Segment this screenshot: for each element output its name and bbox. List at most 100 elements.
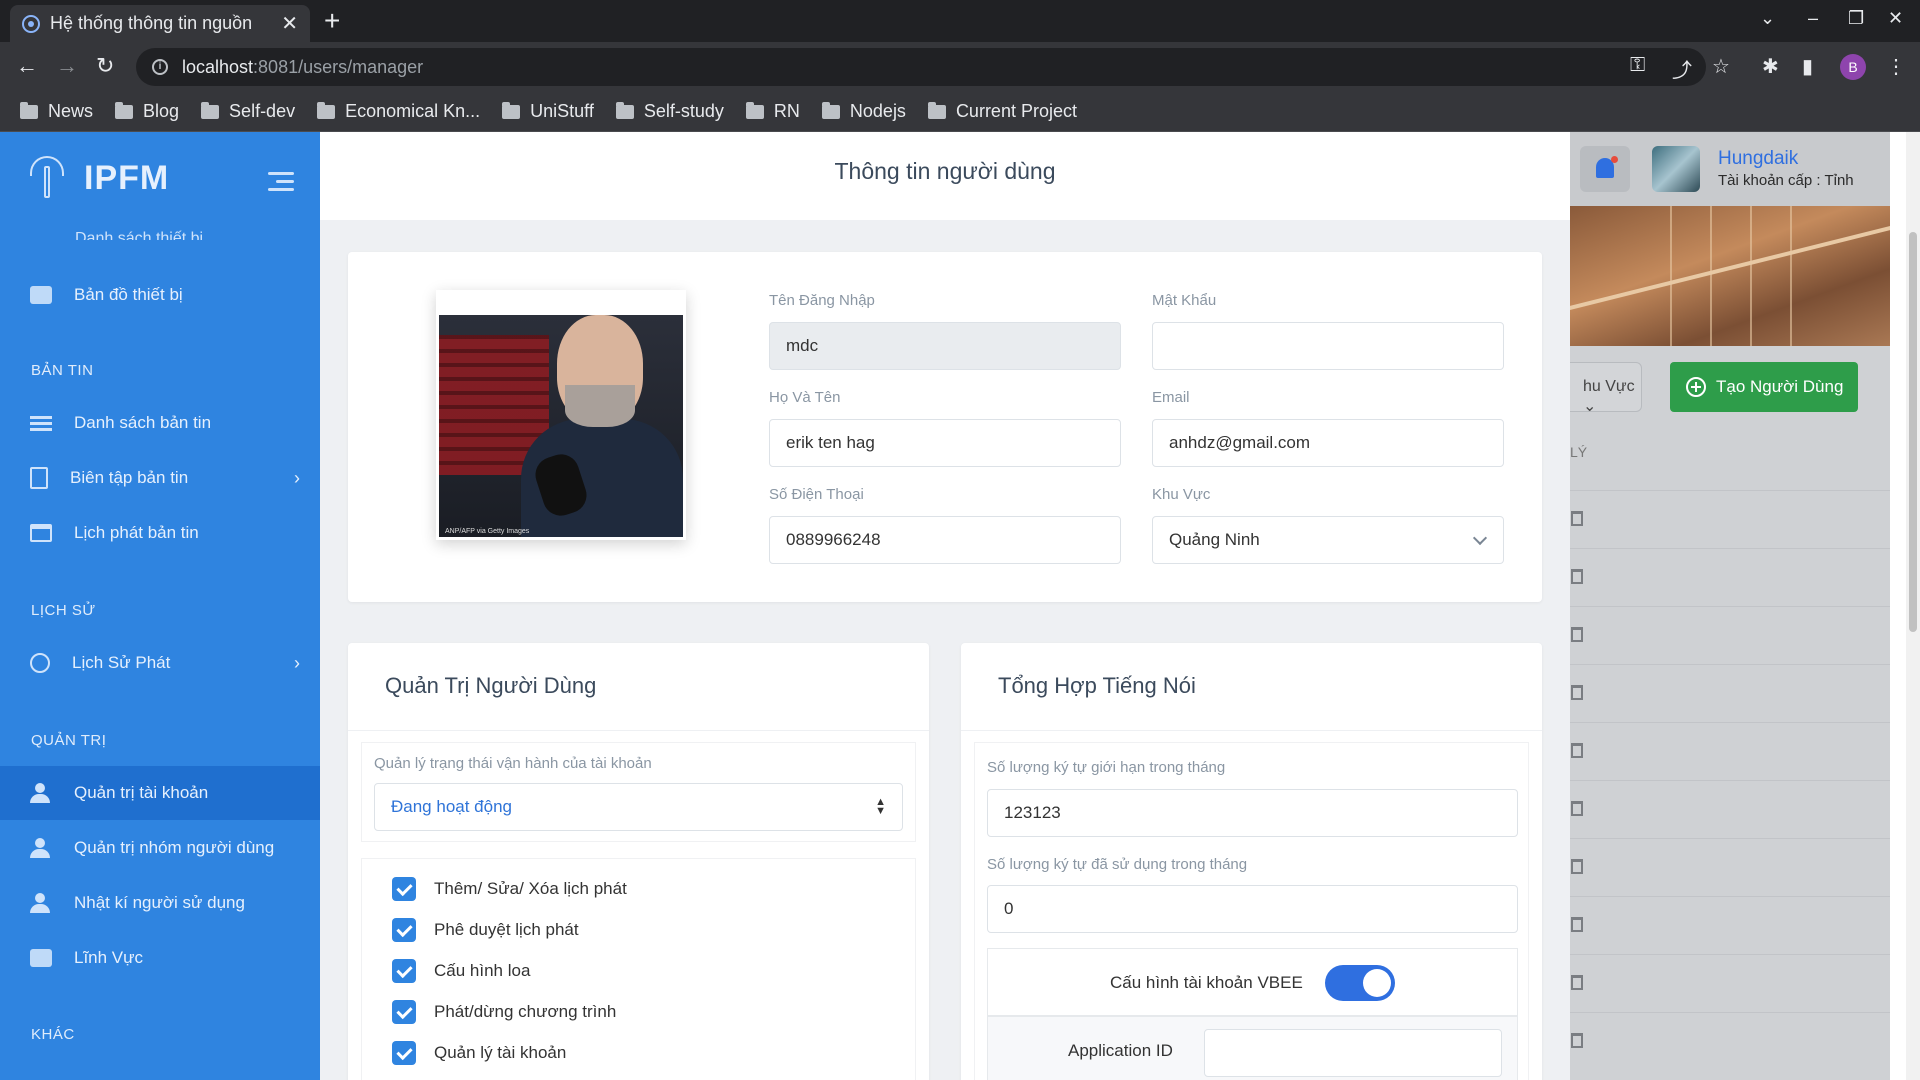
bookmark-unistuff[interactable]: UniStuff	[502, 101, 594, 122]
user-name[interactable]: Hungdaik	[1718, 148, 1798, 170]
user-avatar[interactable]	[1652, 146, 1700, 192]
top-header: Hungdaik Tài khoản cấp : Tỉnh	[1570, 132, 1890, 206]
tab-title: Hệ thống thông tin nguồn	[50, 13, 253, 33]
address-bar[interactable]: i localhost:8081/users/manager	[136, 48, 1706, 86]
phone-field[interactable]: 0889966248	[769, 516, 1121, 564]
status-value: Đang hoạt động	[391, 797, 512, 816]
history-icon	[30, 653, 50, 673]
back-arrow-icon[interactable]: ←	[16, 52, 38, 80]
bookmark-self-study[interactable]: Self-study	[615, 101, 724, 122]
permission-item[interactable]: Quản lý tài khoản	[392, 1041, 566, 1065]
scrollbar-thumb[interactable]	[1909, 232, 1917, 632]
notification-button[interactable]	[1580, 146, 1630, 192]
browser-menu-icon[interactable]: ⋮	[1886, 54, 1906, 79]
checkbox-checked-icon[interactable]	[392, 959, 416, 983]
new-tab-button[interactable]: +	[324, 6, 340, 36]
vbee-toggle[interactable]	[1325, 965, 1395, 1001]
antenna-icon	[26, 156, 70, 200]
char-used-field[interactable]: 0	[987, 885, 1518, 933]
minimize-icon[interactable]: –	[1808, 8, 1818, 29]
checkbox-checked-icon[interactable]	[392, 1000, 416, 1024]
bookmark-economical[interactable]: Economical Kn...	[317, 101, 480, 122]
side-panel-icon[interactable]: ▮	[1802, 54, 1813, 79]
sidebar-item-news-schedule[interactable]: Lịch phát bản tin	[0, 506, 320, 560]
bookmark-self-dev[interactable]: Self-dev	[201, 101, 295, 122]
site-info-icon[interactable]: i	[152, 59, 168, 75]
bookmark-current-project[interactable]: Current Project	[927, 101, 1077, 122]
sidebar-item-label: Lịch Sử Phát	[72, 653, 171, 672]
menu-toggle-icon[interactable]	[268, 172, 294, 196]
sidebar-section-history: LỊCH SỬ	[31, 602, 96, 619]
bookmark-nodejs[interactable]: Nodejs	[821, 101, 906, 122]
permission-item[interactable]: Cấu hình loa	[392, 959, 530, 983]
password-field[interactable]	[1152, 322, 1504, 370]
edit-document-icon	[30, 467, 48, 489]
username-field[interactable]: mdc	[769, 322, 1121, 370]
trash-icon[interactable]	[1571, 511, 1583, 526]
tab-search-icon[interactable]: ⌄	[1760, 8, 1775, 29]
sidebar-item-fields[interactable]: Lĩnh Vực	[0, 931, 320, 985]
sidebar-item-news-edit[interactable]: Biên tập bản tin ›	[0, 451, 320, 505]
create-user-button[interactable]: Tạo Người Dùng	[1670, 362, 1858, 412]
checkbox-checked-icon[interactable]	[392, 918, 416, 942]
avatar[interactable]: ANP/AFP via Getty Images	[436, 290, 686, 540]
bookmark-label: Current Project	[955, 101, 1077, 121]
browser-tab[interactable]: Hệ thống thông tin nguồn ✕	[10, 5, 310, 42]
region-select[interactable]: Quảng Ninh	[1152, 516, 1504, 564]
restore-icon[interactable]: ❐	[1848, 8, 1864, 29]
fields-icon	[30, 949, 52, 967]
close-window-icon[interactable]: ✕	[1888, 8, 1903, 29]
notification-dot	[1611, 156, 1618, 163]
trash-icon[interactable]	[1571, 975, 1583, 990]
sidebar-item-device-list[interactable]: Danh sách thiết bị	[75, 230, 203, 240]
page-scrollbar[interactable]	[1906, 132, 1920, 1080]
username-value: mdc	[786, 336, 819, 355]
sidebar-section-news: BẢN TIN	[31, 362, 94, 379]
create-user-label: Tạo Người Dùng	[1716, 377, 1844, 396]
share-icon[interactable]: ⤴	[1672, 54, 1692, 83]
trash-icon[interactable]	[1571, 627, 1583, 642]
close-tab-icon[interactable]: ✕	[281, 11, 298, 36]
trash-icon[interactable]	[1571, 859, 1583, 874]
trash-icon[interactable]	[1571, 743, 1583, 758]
trash-icon[interactable]	[1571, 801, 1583, 816]
bookmark-rn[interactable]: RN	[745, 101, 800, 122]
tts-title: Tổng Hợp Tiếng Nói	[998, 673, 1196, 698]
forward-arrow-icon[interactable]: →	[56, 52, 78, 80]
brand-logo[interactable]: IPFM	[26, 156, 169, 200]
checkbox-checked-icon[interactable]	[392, 877, 416, 901]
extensions-icon[interactable]: ✱	[1762, 54, 1779, 79]
bookmark-blog[interactable]: Blog	[115, 101, 179, 122]
status-select[interactable]: Đang hoạt động ▲ ▼	[374, 783, 903, 831]
key-icon[interactable]: ⚿	[1630, 54, 1645, 77]
permission-item[interactable]: Thêm/ Sửa/ Xóa lịch phát	[392, 877, 627, 901]
trash-icon[interactable]	[1571, 917, 1583, 932]
email-field[interactable]: anhdz@gmail.com	[1152, 419, 1504, 467]
permission-item[interactable]: Phê duyệt lịch phát	[392, 918, 579, 942]
user-admin-card: Quản Trị Người Dùng Quản lý trạng thái v…	[348, 643, 929, 1080]
reload-icon[interactable]: ↻	[96, 52, 114, 80]
bookmark-star-icon[interactable]: ☆	[1712, 54, 1730, 79]
permission-item[interactable]: Phát/dừng chương trình	[392, 1000, 616, 1024]
fullname-field[interactable]: erik ten hag	[769, 419, 1121, 467]
fullname-label: Họ Và Tên	[769, 389, 841, 406]
trash-icon[interactable]	[1571, 685, 1583, 700]
checkbox-checked-icon[interactable]	[392, 1041, 416, 1065]
table-row	[1570, 954, 1890, 1012]
sidebar-item-news-list[interactable]: Danh sách bản tin	[0, 396, 320, 450]
status-box: Quản lý trạng thái vận hành của tài khoả…	[361, 742, 916, 842]
profile-avatar[interactable]: B	[1840, 54, 1866, 80]
app-id-field[interactable]	[1204, 1029, 1502, 1077]
trash-icon[interactable]	[1571, 569, 1583, 584]
sidebar-item-device-map[interactable]: Bản đồ thiết bị	[0, 268, 320, 322]
bookmark-news[interactable]: News	[20, 101, 93, 122]
char-limit-field[interactable]: 123123	[987, 789, 1518, 837]
sidebar-item-group-admin[interactable]: Quản trị nhóm người dùng	[0, 821, 320, 875]
sidebar-item-user-log[interactable]: Nhật kí người sử dụng	[0, 876, 320, 930]
region-filter-dropdown[interactable]: hu Vực ⌄	[1570, 362, 1642, 415]
trash-icon[interactable]	[1571, 1033, 1583, 1048]
sidebar-item-account-admin[interactable]: Quản trị tài khoản	[0, 766, 320, 820]
table-row	[1570, 548, 1890, 606]
sidebar-item-broadcast-history[interactable]: Lịch Sử Phát ›	[0, 636, 320, 690]
folder-icon	[317, 101, 336, 119]
